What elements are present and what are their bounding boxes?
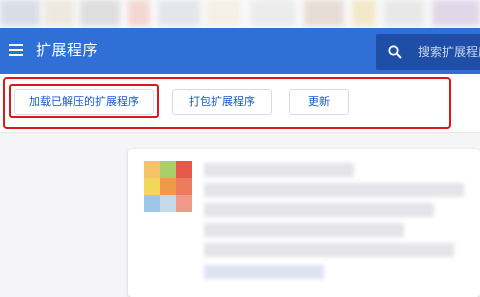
extensions-header: 扩展程序 搜索扩展程序 [0, 28, 480, 74]
extensions-list [0, 133, 480, 297]
extension-details-blurred [204, 163, 476, 283]
search-icon [388, 45, 402, 59]
pack-extension-button[interactable]: 打包扩展程序 [172, 89, 272, 115]
extension-card[interactable] [128, 149, 480, 297]
load-unpacked-button[interactable]: 加载已解压的扩展程序 [14, 89, 154, 115]
developer-toolbar: 加载已解压的扩展程序 打包扩展程序 更新 [0, 74, 480, 132]
extension-icon [144, 161, 192, 212]
search-input[interactable]: 搜索扩展程序 [376, 34, 480, 70]
browser-tab-strip [0, 0, 480, 28]
search-placeholder: 搜索扩展程序 [418, 45, 480, 59]
update-button[interactable]: 更新 [289, 89, 349, 115]
menu-icon[interactable] [9, 44, 23, 56]
page-title: 扩展程序 [36, 41, 99, 59]
